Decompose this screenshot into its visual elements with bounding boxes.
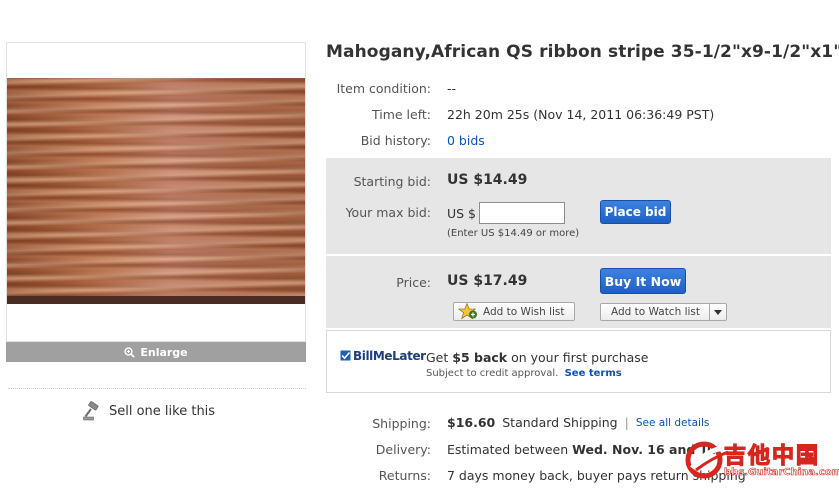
max-bid-label: Your max bid: (345, 205, 431, 220)
bml-approval-text: Subject to credit approval. (426, 368, 559, 379)
shipping-separator: | (624, 415, 629, 430)
shipping-cost: $16.60 (447, 415, 496, 430)
item-title: Mahogany,African QS ribbon stripe 35-1/2… (326, 42, 839, 62)
bml-offer-text: Get $5 back on your first purchase (426, 350, 649, 365)
item-photo[interactable] (7, 78, 305, 304)
sell-one-label: Sell one like this (109, 403, 216, 419)
starting-bid-label: Starting bid: (353, 174, 431, 189)
bid-history-label: Bid history: (360, 133, 431, 148)
enlarge-button[interactable]: Enlarge (6, 342, 306, 362)
see-terms-link[interactable]: See terms (565, 368, 622, 379)
max-bid-input[interactable] (479, 202, 565, 224)
delivery-label: Delivery: (375, 442, 431, 457)
shipping-label: Shipping: (372, 416, 431, 431)
wish-list-label: Add to Wish list (483, 305, 565, 318)
bml-offer-suffix: on your first purchase (507, 350, 649, 365)
gavel-icon (82, 401, 102, 421)
magnifier-icon (124, 346, 136, 358)
delivery-value: Estimated between Wed. Nov. 16 and Tu (447, 442, 716, 457)
wish-star-icon (458, 303, 478, 320)
price-value: US $17.49 (447, 273, 528, 289)
bid-history-link[interactable]: 0 bids (447, 133, 485, 148)
item-photo-shadow (7, 296, 305, 304)
bml-offer-prefix: Get (426, 350, 453, 365)
max-bid-hint: (Enter US $14.49 or more) (447, 228, 580, 239)
time-left-label: Time left: (371, 107, 431, 122)
add-to-watch-list-button[interactable]: Add to Watch list (600, 303, 727, 321)
watch-list-dropdown-icon[interactable] (709, 304, 726, 320)
starting-bid-value: US $14.49 (447, 172, 528, 188)
watch-list-label: Add to Watch list (611, 306, 700, 318)
price-label: Price: (396, 275, 431, 290)
item-condition-value: -- (447, 81, 457, 96)
checkmark-icon (340, 350, 352, 362)
watermark-text-cn: 吉他中国 (723, 443, 821, 469)
add-to-wish-list-button[interactable]: Add to Wish list (453, 302, 575, 321)
sell-one-like-this-link[interactable]: Sell one like this (82, 401, 215, 421)
bml-approval-row: Subject to credit approval. See terms (426, 368, 622, 379)
max-bid-currency: US $ (447, 206, 477, 221)
shipping-method: Standard Shipping (502, 415, 618, 430)
bml-offer-amount: $5 back (452, 350, 508, 365)
shipping-row: $16.60 Standard Shipping | See all detai… (447, 415, 709, 430)
delivery-prefix: Estimated between (447, 442, 573, 457)
buy-it-now-button[interactable]: Buy It Now (600, 268, 686, 294)
left-divider (8, 388, 306, 389)
returns-label: Returns: (378, 468, 431, 483)
item-condition-label: Item condition: (336, 81, 431, 96)
see-all-details-link[interactable]: See all details (636, 417, 710, 429)
watermark: 吉他中国 bbs.GuitarChina.com (684, 438, 839, 488)
enlarge-label: Enlarge (140, 345, 188, 359)
watermark-url: bbs.GuitarChina.com (724, 467, 839, 479)
bill-me-later-logo-text: BillMeLater (353, 349, 426, 363)
bill-me-later-logo[interactable]: BillMeLater (340, 349, 426, 363)
buy-now-panel (326, 256, 831, 328)
place-bid-button[interactable]: Place bid (600, 200, 671, 224)
time-left-value: 22h 20m 25s (Nov 14, 2011 06:36:49 PST) (447, 107, 715, 122)
